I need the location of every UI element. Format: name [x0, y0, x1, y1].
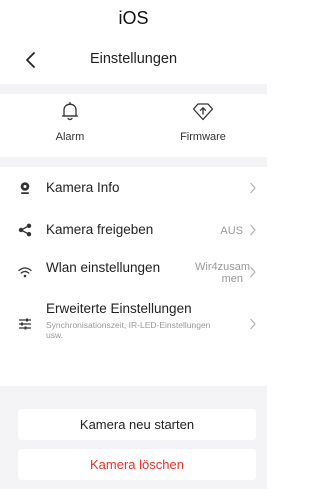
chevron-right-icon: [250, 266, 256, 278]
camera-share-label: Kamera freigeben: [46, 222, 154, 237]
wlan-value: Wir4zusam men: [195, 261, 251, 285]
alarm-label: Alarm: [55, 131, 85, 143]
advanced-settings-label: Erweiterte Einstellungen: [46, 301, 192, 316]
sliders-icon: [19, 318, 31, 330]
os-label: iOS: [118, 8, 149, 28]
settings-row-camera-share[interactable]: Kamera freigeben AUS: [0, 209, 267, 251]
restart-camera-button[interactable]: Kamera neu starten: [18, 409, 256, 440]
wifi-icon: [18, 267, 32, 278]
chevron-right-icon: [250, 318, 256, 330]
camera-share-value: AUS: [220, 225, 243, 237]
delete-camera-button[interactable]: Kamera löschen: [18, 449, 256, 480]
quick-actions: Alarm Firmware: [0, 94, 267, 157]
wlan-label: Wlan einstellungen: [46, 260, 161, 275]
nav-bar: Einstellungen: [0, 46, 267, 76]
camera-icon: [20, 182, 30, 194]
firmware-button[interactable]: Firmware: [158, 100, 248, 143]
section-divider: [0, 157, 267, 167]
firmware-label: Firmware: [180, 131, 226, 143]
alarm-button[interactable]: Alarm: [25, 100, 115, 143]
settings-row-advanced[interactable]: Erweiterte Einstellungen Synchronisation…: [0, 293, 267, 355]
bell-icon: [61, 101, 79, 121]
page-title: Einstellungen: [89, 51, 178, 67]
camera-info-label: Kamera Info: [46, 180, 120, 195]
chevron-right-icon: [250, 224, 256, 236]
settings-row-wlan[interactable]: Wlan einstellungen Wir4zusam men: [0, 251, 267, 293]
advanced-settings-subtitle: Synchronisationszeit, IR-LED-Einstellung…: [46, 320, 211, 340]
chevron-right-icon: [250, 182, 256, 194]
settings-row-camera-info[interactable]: Kamera Info: [0, 167, 267, 209]
firmware-update-icon: [192, 103, 214, 121]
share-icon: [18, 223, 32, 237]
section-divider: [0, 84, 267, 94]
